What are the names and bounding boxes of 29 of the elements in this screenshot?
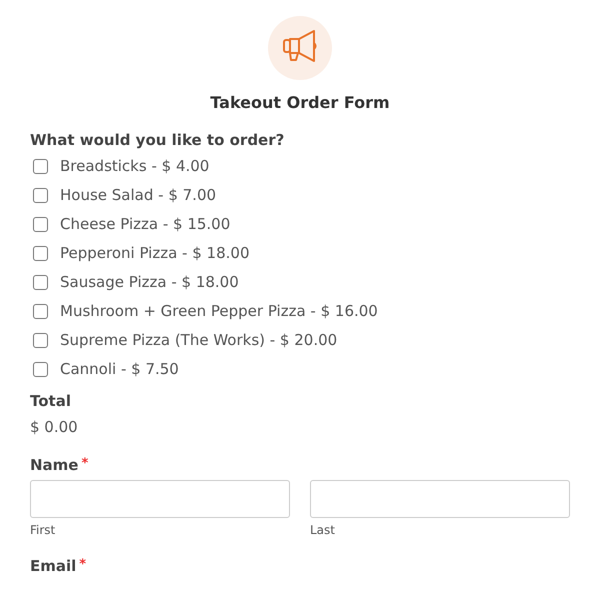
field-label: What would you like to order? (30, 131, 286, 149)
required-mark: * (79, 557, 86, 572)
checkbox[interactable] (33, 216, 48, 232)
menu-checkbox[interactable]: Breadsticks - $ 4.00 (33, 156, 570, 176)
menu-checkbox[interactable]: House Salad - $ 7.00 (33, 185, 570, 205)
field-label: Name (30, 456, 78, 474)
menu-checkbox[interactable]: Sausage Pizza - $ 18.00 (33, 272, 570, 292)
checkbox[interactable] (33, 304, 48, 318)
total-value: $ 0.00 (30, 418, 79, 436)
checkbox[interactable] (33, 362, 48, 376)
sublabel: First (30, 523, 56, 537)
menu-checkbox[interactable]: Cannoli - $ 7.50 (33, 359, 570, 379)
checkbox[interactable] (33, 332, 48, 348)
required-mark: * (81, 456, 88, 471)
menu-checkbox[interactable]: Supreme Pizza (The Works) - $ 20.00 (33, 330, 570, 350)
sublabel: Last (310, 523, 336, 537)
checkbox[interactable] (33, 274, 48, 290)
form-title: Takeout Order Form (210, 93, 390, 112)
menu-checkbox[interactable]: Cheese Pizza - $ 15.00 (33, 214, 570, 234)
field-label: Email (30, 557, 76, 575)
input-field[interactable] (310, 480, 570, 518)
input-field[interactable] (30, 480, 290, 518)
menu-checkbox[interactable]: Mushroom + Green Pepper Pizza - $ 16.00 (33, 301, 570, 321)
megaphone-icon (268, 16, 332, 80)
checkbox[interactable] (33, 188, 48, 202)
checkbox[interactable] (33, 246, 48, 260)
checkbox[interactable] (33, 158, 48, 174)
menu-checkbox[interactable]: Pepperoni Pizza - $ 18.00 (33, 243, 570, 263)
field-label: Total (30, 392, 72, 410)
